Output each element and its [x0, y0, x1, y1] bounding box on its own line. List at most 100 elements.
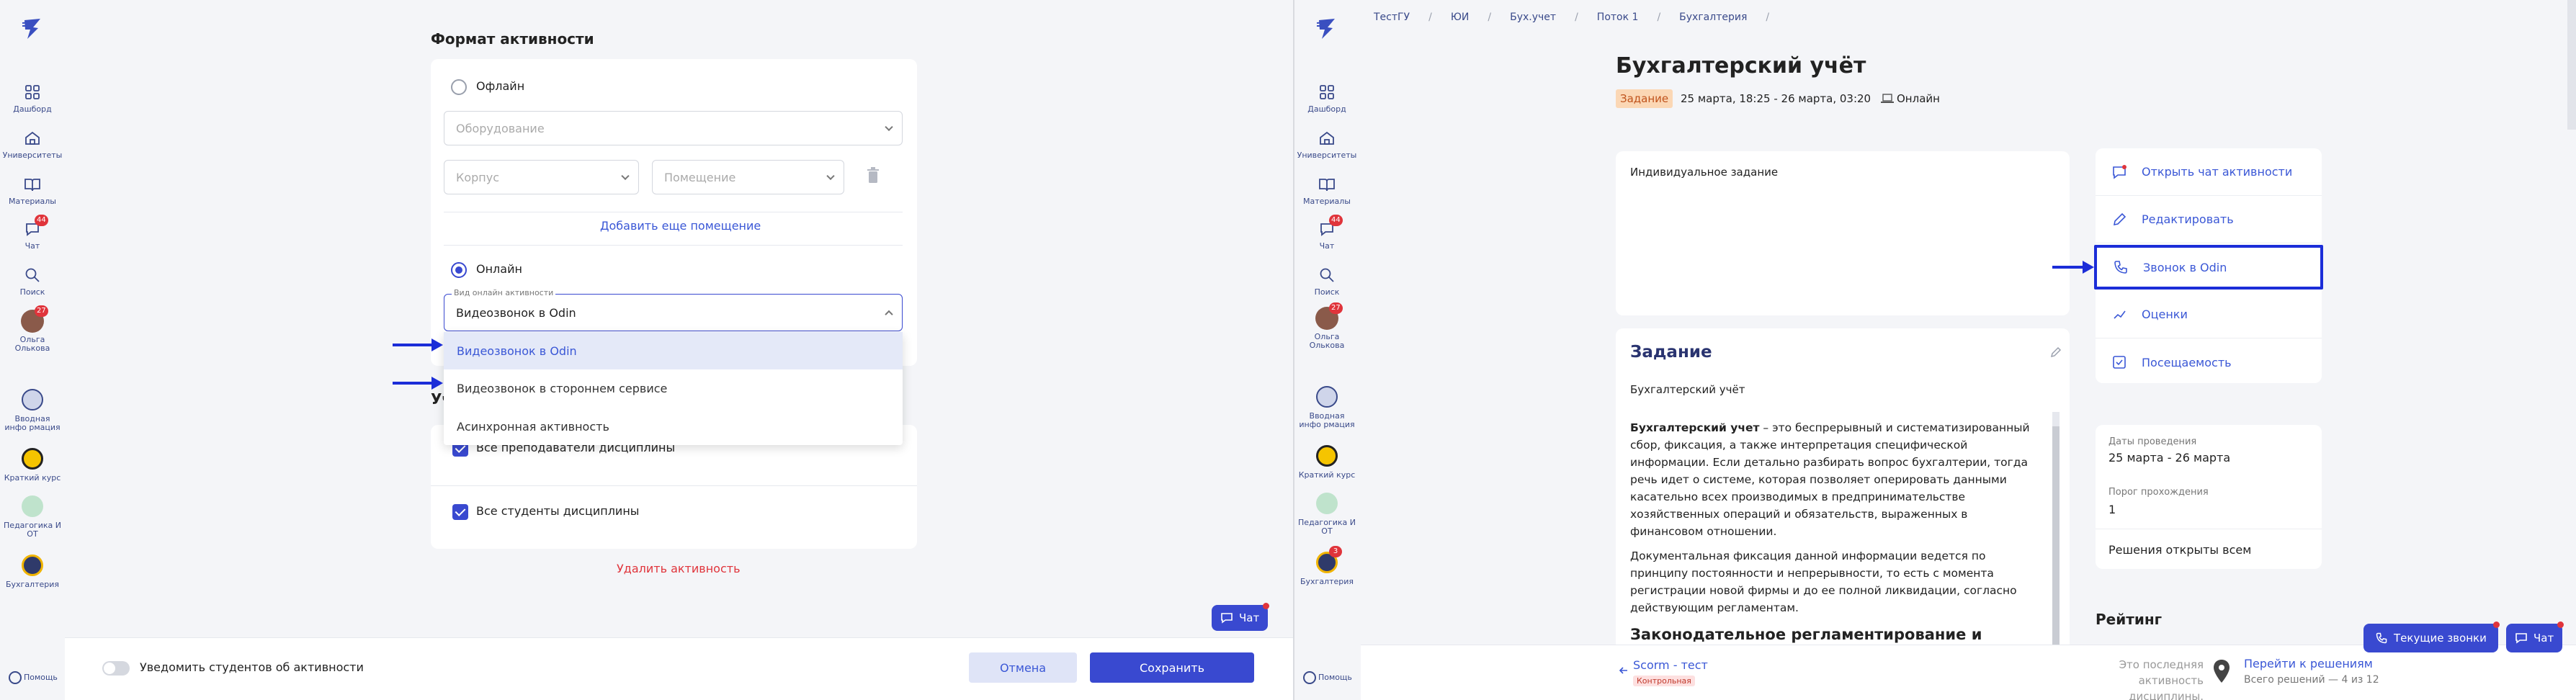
help-button[interactable]: Помощь	[1303, 671, 1352, 684]
short-course-icon	[22, 448, 43, 470]
action-label: Оценки	[2142, 308, 2188, 321]
laptop-icon	[1881, 94, 1894, 103]
current-calls-button[interactable]: Текущие звонки	[2363, 622, 2500, 652]
open-activity-chat[interactable]: Открыть чат активности	[2096, 148, 2322, 196]
action-label: Звонок в Odin	[2143, 260, 2227, 274]
sidebar-item-dashboard[interactable]: Дашборд	[1294, 84, 1359, 114]
sidebar-item-search[interactable]: Поиск	[0, 266, 65, 297]
delete-activity-link[interactable]: Удалить активность	[617, 562, 741, 575]
notify-toggle[interactable]	[102, 661, 130, 676]
sidebar-item-universities[interactable]: Университеты	[0, 130, 65, 160]
individual-task-label: Индивидуальное задание	[1630, 166, 1779, 179]
chat-icon	[1221, 613, 1233, 624]
sidebar-item-profile[interactable]: 27 Ольга Олькова	[1294, 302, 1359, 350]
breadcrumb-separator: /	[1488, 12, 1492, 23]
sidebar-item-search[interactable]: Поиск	[1294, 266, 1359, 297]
help-button[interactable]: Помощь	[9, 671, 58, 684]
sidebar-item-short-course[interactable]: Краткий курс	[0, 448, 65, 483]
sidebar-item-label: Ольга Олькова	[1309, 332, 1345, 350]
notification-dot	[2492, 622, 2500, 628]
breadcrumb-item[interactable]: Поток 1	[1597, 12, 1639, 23]
solutions-count: Всего решений — 4 из 12	[2244, 674, 2379, 686]
sidebar-item-universities[interactable]: Университеты	[1294, 130, 1359, 160]
notification-dot	[1263, 603, 1270, 609]
dropdown-option-odin[interactable]: Видеозвонок в Odin	[444, 332, 903, 369]
scrollbar-thumb[interactable]	[2052, 426, 2060, 650]
prev-activity-link[interactable]: Scorm - тест	[1633, 658, 1708, 672]
online-type-value: Видеозвонок в Odin	[456, 305, 576, 320]
current-calls-label: Текущие звонки	[2394, 632, 2487, 645]
sidebar-item-label: Материалы	[1303, 197, 1351, 206]
task-heading: Задание	[1630, 343, 1712, 362]
prev-activity-tag: Контрольная	[1633, 676, 1695, 686]
annotation-arrow	[393, 338, 443, 351]
activity-type-tag: Задание	[1616, 89, 1673, 108]
sidebar-item-intro[interactable]: Вводная инфо рмация	[1294, 386, 1359, 429]
call-in-odin[interactable]: Звонок в Odin	[2094, 245, 2323, 290]
online-type-select[interactable]: Вид онлайн активности Видеозвонок в Odin	[444, 288, 903, 331]
breadcrumb-separator: /	[1657, 12, 1661, 23]
breadcrumb-item[interactable]: ЮИ	[1451, 12, 1470, 23]
equipment-select[interactable]: Оборудование	[444, 111, 903, 145]
chevron-down-icon	[885, 122, 893, 132]
app-logo-icon[interactable]	[1313, 16, 1339, 42]
building-select[interactable]: Корпус	[444, 160, 639, 194]
attendance[interactable]: Посещаемость	[2096, 338, 2322, 386]
help-icon	[1303, 671, 1316, 684]
breadcrumb-item[interactable]: Бух.учет	[1510, 12, 1556, 23]
university-icon	[1320, 131, 1334, 145]
profile-badge: 27	[35, 305, 48, 317]
offline-radio[interactable]	[451, 79, 467, 95]
term-bold: Бухгалтерский учет	[1630, 421, 1760, 434]
sidebar-item-intro[interactable]: Вводная инфо рмация	[0, 389, 65, 432]
chat-button-label: Чат	[2533, 632, 2554, 645]
dropdown-option-external[interactable]: Видеозвонок в стороннем сервисе	[444, 369, 903, 407]
content-scrollbar[interactable]	[2052, 412, 2060, 650]
action-label: Посещаемость	[2142, 355, 2232, 369]
arrow-left-icon[interactable]	[1619, 665, 1629, 676]
go-to-solutions-link[interactable]: Перейти к решениям	[2244, 657, 2373, 670]
sidebar-item-chat[interactable]: 44 Чат	[0, 215, 65, 251]
page-scrollbar[interactable]	[2567, 0, 2576, 130]
chat-button[interactable]: Чат	[1212, 603, 1270, 631]
chat-button[interactable]: Чат	[2506, 622, 2564, 652]
room-select[interactable]: Помещение	[652, 160, 844, 194]
breadcrumb-separator: /	[1428, 12, 1432, 23]
online-radio[interactable]	[451, 262, 467, 278]
dropdown-option-async[interactable]: Асинхронная активность	[444, 408, 903, 445]
chat-bubble-icon	[2113, 164, 2126, 179]
sidebar-item-pedagogy[interactable]: Педагогика И ОТ	[1294, 493, 1359, 536]
chevron-down-icon	[621, 171, 630, 181]
search-icon	[25, 268, 40, 282]
sidebar-item-label: Краткий курс	[1298, 470, 1356, 480]
sidebar-item-accounting[interactable]: Бухгалтерия	[0, 555, 65, 589]
breadcrumb-item[interactable]: Бухгалтерия	[1679, 12, 1747, 23]
edit-activity[interactable]: Редактировать	[2096, 196, 2322, 243]
individual-task-card: Индивидуальное задание	[1616, 151, 2070, 315]
sidebar-item-profile[interactable]: 27 Ольга Олькова	[0, 305, 65, 353]
sidebar-item-materials[interactable]: Материалы	[1294, 176, 1359, 206]
sidebar: Дашборд Университеты Материалы 44 Чат По…	[1294, 0, 1359, 700]
breadcrumb: ТестГУ / ЮИ / Бух.учет / Поток 1 / Бухгалтерия /	[1374, 12, 1788, 23]
sidebar-item-dashboard[interactable]: Дашборд	[0, 84, 65, 114]
add-room-link[interactable]: Добавить еще помещение	[600, 219, 761, 233]
sidebar-item-pedagogy[interactable]: Педагогика И ОТ	[0, 495, 65, 539]
save-button[interactable]: Сохранить	[1090, 652, 1254, 683]
cancel-button[interactable]: Отмена	[969, 652, 1077, 683]
sidebar-item-chat[interactable]: 44 Чат	[1294, 215, 1359, 251]
paragraph: – это беспрерывный и систематизированный…	[1630, 421, 2030, 538]
trash-icon[interactable]	[866, 167, 880, 184]
grades[interactable]: Оценки	[2096, 291, 2322, 338]
breadcrumb-item[interactable]: ТестГУ	[1374, 12, 1410, 23]
sidebar-item-label: Материалы	[9, 197, 56, 206]
sidebar-item-label: Педагогика И ОТ	[4, 521, 61, 539]
sidebar-item-accounting[interactable]: 3 Бухгалтерия	[1294, 546, 1359, 586]
annotation-arrow	[393, 377, 443, 390]
all-students-label: Все студенты дисциплины	[476, 504, 640, 518]
edit-icon[interactable]	[2049, 346, 2062, 359]
sidebar: Дашборд Университеты Материалы 44 Чат По…	[0, 0, 65, 700]
all-students-checkbox[interactable]	[452, 504, 468, 520]
app-logo-icon[interactable]	[19, 16, 45, 42]
sidebar-item-short-course[interactable]: Краткий курс	[1294, 445, 1359, 480]
sidebar-item-materials[interactable]: Материалы	[0, 176, 65, 206]
